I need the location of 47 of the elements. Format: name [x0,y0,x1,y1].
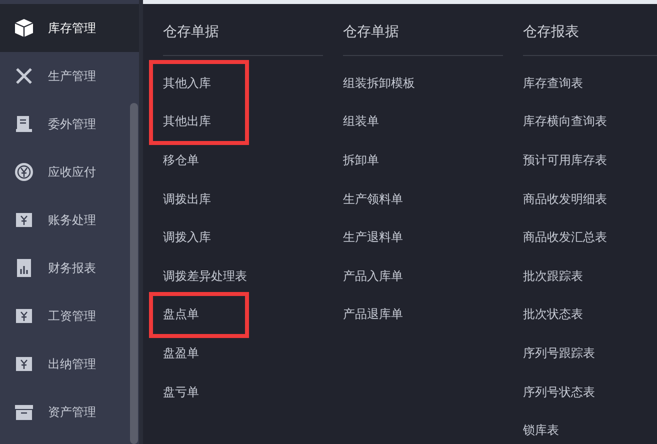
menu-item[interactable]: 盘亏单 [163,384,199,401]
sidebar-item[interactable]: 应收应付 [0,148,139,196]
archive-box-icon [14,402,34,422]
menu-item[interactable]: 生产领料单 [343,190,403,208]
menu-item[interactable]: 锁库表 [523,422,559,440]
menu-item[interactable]: 调拨入库 [163,229,211,246]
sidebar-item[interactable]: 工资管理 [0,292,139,340]
menu-item[interactable]: 批次跟踪表 [523,268,583,285]
menu-item[interactable]: 序列号状态表 [523,384,595,401]
scrollbar[interactable] [130,103,138,444]
menu-item[interactable]: 批次状态表 [523,306,583,324]
sidebar-item[interactable]: 出纳管理 [0,340,139,388]
column-heading: 仓存报表 [523,23,580,42]
sidebar-item[interactable]: 资产管理 [0,388,139,436]
menu-item[interactable]: 移仓单 [163,152,199,169]
column-heading: 仓存单据 [343,23,400,42]
menu-item[interactable]: 其他入库 [163,74,211,92]
yen-coin-icon [14,162,34,182]
menu-item[interactable]: 组装拆卸模板 [343,74,415,92]
menu-item[interactable]: 组装单 [343,113,379,130]
menu-item[interactable]: 调拨差异处理表 [163,268,247,285]
menu-item[interactable]: 商品收发明细表 [523,190,607,208]
menu-item[interactable]: 预计可用库存表 [523,152,607,169]
menu-item[interactable]: 盘点单 [163,306,199,324]
menu-item[interactable]: 盘盈单 [163,344,199,362]
document-icon [14,114,34,134]
cube-icon [14,18,34,38]
menu-item[interactable]: 商品收发汇总表 [523,229,607,246]
menu-item[interactable]: 拆卸单 [343,152,379,169]
sidebar-item[interactable]: 生产管理 [0,52,139,100]
yen-book-icon [14,354,34,374]
chart-document-icon [14,258,34,278]
menu-item[interactable]: 产品入库单 [343,268,403,285]
sidebar-item[interactable]: 库存管理 [0,4,139,52]
menu-item[interactable]: 序列号跟踪表 [523,344,595,362]
yen-box-icon [14,210,34,230]
sidebar-item[interactable]: 财务报表 [0,244,139,292]
sidebar-item[interactable]: 委外管理 [0,100,139,148]
menu-item[interactable]: 调拨出库 [163,190,211,208]
menu-item[interactable]: 库存查询表 [523,74,583,92]
yen-card-icon [14,306,34,326]
column-heading: 仓存单据 [163,23,220,42]
menu-item[interactable]: 产品退库单 [343,306,403,324]
menu-item[interactable]: 库存横向查询表 [523,113,607,130]
menu-item[interactable]: 其他出库 [163,113,211,130]
sidebar-item[interactable]: 账务处理 [0,196,139,244]
menu-item[interactable]: 生产退料单 [343,229,403,246]
